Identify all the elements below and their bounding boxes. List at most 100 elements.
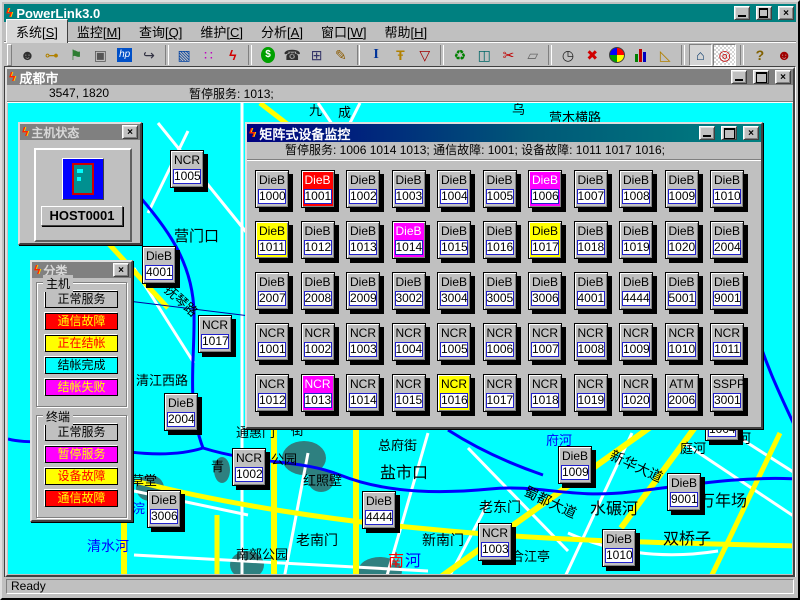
map-close-button[interactable]: × — [775, 70, 791, 84]
device-ncr-1007[interactable]: NCR1007 — [528, 323, 562, 361]
device-dieb-2008[interactable]: DieB2008 — [301, 272, 335, 310]
device-dieb-2004[interactable]: DieB2004 — [710, 221, 744, 259]
print-icon[interactable]: ▣ — [89, 44, 112, 66]
device-dieb-4001[interactable]: DieB4001 — [574, 272, 608, 310]
device-dieb-1005[interactable]: DieB1005 — [483, 170, 517, 208]
device-ncr-1004[interactable]: NCR1004 — [392, 323, 426, 361]
menu-monitor[interactable]: 监控[M] — [68, 20, 130, 43]
device-ncr-1003[interactable]: NCR1003 — [346, 323, 380, 361]
device-ncr-1017[interactable]: NCR1017 — [198, 315, 232, 353]
device-dieb-9001[interactable]: DieB9001 — [710, 272, 744, 310]
device-dieb-2009[interactable]: DieB2009 — [346, 272, 380, 310]
cascade-icon[interactable]: ⊞ — [305, 44, 328, 66]
device-dieb-1010[interactable]: DieB1010 — [710, 170, 744, 208]
device-ncr-1005[interactable]: NCR1005 — [437, 323, 471, 361]
device-dieb-5001[interactable]: DieB5001 — [665, 272, 699, 310]
device-ncr-1015[interactable]: NCR1015 — [392, 374, 426, 412]
device-dieb-1004[interactable]: DieB1004 — [437, 170, 471, 208]
device-ncr-1005[interactable]: NCR1005 — [170, 150, 204, 188]
device-dieb-1020[interactable]: DieB1020 — [665, 221, 699, 259]
cut-icon[interactable]: ✂ — [497, 44, 520, 66]
device-dieb-1009[interactable]: DieB1009 — [558, 446, 592, 484]
phone-icon[interactable]: ☎ — [281, 44, 304, 66]
device-dieb-3006[interactable]: DieB3006 — [528, 272, 562, 310]
device-ncr-1012[interactable]: NCR1012 — [255, 374, 289, 412]
menu-analyze[interactable]: 分析[A] — [252, 20, 312, 43]
find-user-icon[interactable]: ☻ — [16, 44, 39, 66]
device-ncr-1006[interactable]: NCR1006 — [483, 323, 517, 361]
cabinet-icon[interactable]: ◫ — [473, 44, 496, 66]
map-maximize-button[interactable] — [753, 70, 769, 84]
exit-door-icon[interactable]: ↪ — [137, 44, 160, 66]
restore-button[interactable] — [756, 6, 772, 20]
device-ncr-1013[interactable]: NCR1013 — [301, 374, 335, 412]
host-name-label[interactable]: HOST0001 — [41, 206, 123, 226]
device-dieb-3004[interactable]: DieB3004 — [437, 272, 471, 310]
device-dieb-4444[interactable]: DieB4444 — [362, 491, 396, 529]
menu-maintain[interactable]: 维护[C] — [191, 20, 252, 43]
device-ncr-1001[interactable]: NCR1001 — [255, 323, 289, 361]
device-dieb-1012[interactable]: DieB1012 — [301, 221, 335, 259]
host-close-button[interactable]: × — [122, 125, 138, 139]
matrix-maximize-button[interactable] — [721, 126, 737, 140]
device-dieb-1015[interactable]: DieB1015 — [437, 221, 471, 259]
device-ncr-1009[interactable]: NCR1009 — [619, 323, 653, 361]
device-atm-2006[interactable]: ATM2006 — [665, 374, 699, 412]
map-view-icon[interactable]: ▧ — [173, 44, 196, 66]
device-dieb-1008[interactable]: DieB1008 — [619, 170, 653, 208]
matrix-minimize-button[interactable] — [699, 126, 715, 140]
clock-icon[interactable]: ◷ — [556, 44, 579, 66]
device-dieb-1001[interactable]: DieB1001 — [301, 170, 335, 208]
device-dieb-3006[interactable]: DieB3006 — [147, 490, 181, 528]
help-icon[interactable]: ? — [748, 44, 771, 66]
delete-x-icon[interactable]: ✖ — [581, 44, 604, 66]
toolbar-grip[interactable] — [7, 44, 12, 66]
matrix-view-icon[interactable]: ∷ — [197, 44, 220, 66]
device-dieb-1013[interactable]: DieB1013 — [346, 221, 380, 259]
bar-chart-icon[interactable] — [629, 44, 652, 66]
device-dieb-1009[interactable]: DieB1009 — [665, 170, 699, 208]
pillar-icon[interactable]: I — [364, 44, 387, 66]
legend-close-button[interactable]: × — [113, 263, 129, 277]
device-ncr-1003[interactable]: NCR1003 — [478, 523, 512, 561]
minimize-button[interactable] — [734, 6, 750, 20]
money-bag-icon[interactable]: $ — [256, 44, 279, 66]
brush-icon[interactable]: ✎ — [329, 44, 352, 66]
device-ncr-1018[interactable]: NCR1018 — [528, 374, 562, 412]
filter-funnel-icon[interactable]: ▽ — [413, 44, 436, 66]
device-dieb-4001[interactable]: DieB4001 — [142, 246, 176, 284]
menu-window[interactable]: 窗口[W] — [312, 20, 376, 43]
key-icon[interactable]: ⊶ — [40, 44, 63, 66]
matrix-close-button[interactable]: × — [743, 126, 759, 140]
device-dieb-1016[interactable]: DieB1016 — [483, 221, 517, 259]
device-dieb-1019[interactable]: DieB1019 — [619, 221, 653, 259]
device-dieb-1018[interactable]: DieB1018 — [574, 221, 608, 259]
device-dieb-1000[interactable]: DieB1000 — [255, 170, 289, 208]
lightning-icon[interactable]: ϟ — [221, 44, 244, 66]
device-dieb-3005[interactable]: DieB3005 — [483, 272, 517, 310]
menu-system[interactable]: 系统[S] — [6, 19, 68, 44]
user-card-icon[interactable]: ☻ — [773, 44, 796, 66]
close-button[interactable]: × — [778, 6, 794, 20]
device-ncr-1014[interactable]: NCR1014 — [346, 374, 380, 412]
device-ncr-1010[interactable]: NCR1010 — [665, 323, 699, 361]
device-ncr-1017[interactable]: NCR1017 — [483, 374, 517, 412]
device-dieb-1011[interactable]: DieB1011 — [255, 221, 289, 259]
device-ncr-1020[interactable]: NCR1020 — [619, 374, 653, 412]
device-ncr-1002[interactable]: NCR1002 — [232, 448, 266, 486]
menu-query[interactable]: 查询[Q] — [130, 20, 191, 43]
device-dieb-1014[interactable]: DieB1014 — [392, 221, 426, 259]
device-ncr-1016[interactable]: NCR1016 — [437, 374, 471, 412]
device-ncr-1008[interactable]: NCR1008 — [574, 323, 608, 361]
device-dieb-1006[interactable]: DieB1006 — [528, 170, 562, 208]
refresh-icon[interactable]: ♻ — [448, 44, 471, 66]
target-monitor-icon[interactable]: ◎ — [713, 44, 736, 66]
device-dieb-2007[interactable]: DieB2007 — [255, 272, 289, 310]
device-dieb-1002[interactable]: DieB1002 — [346, 170, 380, 208]
host-computer-icon[interactable] — [62, 158, 104, 200]
device-dieb-1003[interactable]: DieB1003 — [392, 170, 426, 208]
device-dieb-9001[interactable]: DieB9001 — [667, 473, 701, 511]
device-ncr-1019[interactable]: NCR1019 — [574, 374, 608, 412]
device-ncr-1011[interactable]: NCR1011 — [710, 323, 744, 361]
device-dieb-2004[interactable]: DieB2004 — [164, 393, 198, 431]
